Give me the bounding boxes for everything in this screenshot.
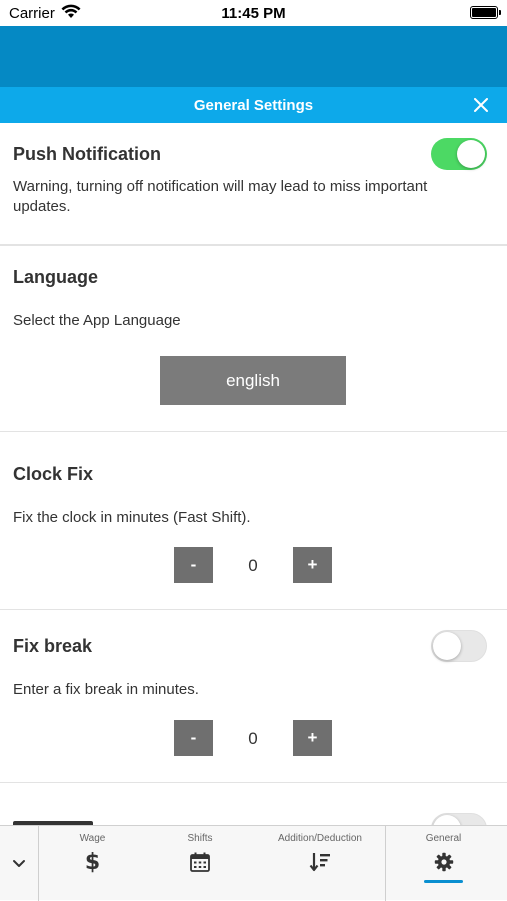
chevron-down-icon bbox=[13, 860, 25, 867]
tab-wage[interactable]: Wage $ bbox=[40, 826, 145, 901]
partial-section-toggle[interactable] bbox=[431, 813, 487, 825]
collapse-button[interactable] bbox=[0, 826, 39, 901]
active-tab-indicator bbox=[424, 880, 463, 883]
clock-fix-minus-button[interactable]: - bbox=[174, 547, 213, 583]
header-band bbox=[0, 26, 507, 87]
tab-general[interactable]: General bbox=[386, 826, 501, 901]
status-time: 11:45 PM bbox=[221, 5, 286, 22]
push-notification-section: Push Notification Warning, turning off n… bbox=[0, 123, 507, 245]
language-title: Language bbox=[13, 267, 99, 287]
clock-fix-plus-button[interactable]: + bbox=[293, 547, 332, 583]
status-bar: Carrier 11:45 PM bbox=[0, 0, 507, 26]
clock-fix-value: 0 bbox=[248, 556, 258, 575]
language-select-button[interactable]: english bbox=[160, 356, 346, 405]
sort-icon bbox=[255, 850, 385, 874]
page-title: General Settings bbox=[193, 97, 314, 114]
tab-addition-deduction[interactable]: Addition/Deduction bbox=[255, 826, 385, 901]
fix-break-value: 0 bbox=[248, 729, 258, 748]
push-notification-toggle[interactable] bbox=[431, 138, 487, 170]
close-button[interactable] bbox=[469, 93, 493, 117]
close-icon bbox=[474, 98, 488, 112]
title-bar: General Settings bbox=[0, 87, 507, 123]
battery-icon bbox=[470, 6, 501, 19]
fix-break-section: Fix break Enter a fix break in minutes. … bbox=[0, 610, 507, 782]
dollar-icon: $ bbox=[84, 849, 101, 875]
next-section-partial bbox=[0, 783, 507, 825]
fix-break-minus-button[interactable]: - bbox=[174, 720, 213, 756]
push-notification-description: Warning, turning off notification will m… bbox=[13, 178, 428, 215]
tab-label: Shifts bbox=[187, 833, 213, 844]
gear-icon bbox=[386, 850, 501, 874]
tab-label: Wage bbox=[79, 833, 106, 844]
tab-label: Addition/Deduction bbox=[278, 833, 362, 844]
calendar-icon bbox=[145, 850, 255, 874]
clock-fix-title: Clock Fix bbox=[13, 464, 94, 484]
tab-shifts[interactable]: Shifts bbox=[145, 826, 255, 901]
language-description: Select the App Language bbox=[13, 312, 181, 329]
fix-break-title: Fix break bbox=[13, 636, 93, 656]
clock-fix-description: Fix the clock in minutes (Fast Shift). bbox=[13, 509, 251, 526]
tab-label: General bbox=[425, 833, 462, 844]
push-notification-title: Push Notification bbox=[13, 144, 161, 164]
fix-break-description: Enter a fix break in minutes. bbox=[13, 681, 199, 698]
fix-break-toggle[interactable] bbox=[431, 630, 487, 662]
tab-bar: Wage $ Shifts Addition/Deduction General bbox=[0, 825, 507, 901]
language-section: Language Select the App Language english bbox=[0, 246, 507, 431]
clock-fix-section: Clock Fix Fix the clock in minutes (Fast… bbox=[0, 432, 507, 609]
fix-break-plus-button[interactable]: + bbox=[293, 720, 332, 756]
